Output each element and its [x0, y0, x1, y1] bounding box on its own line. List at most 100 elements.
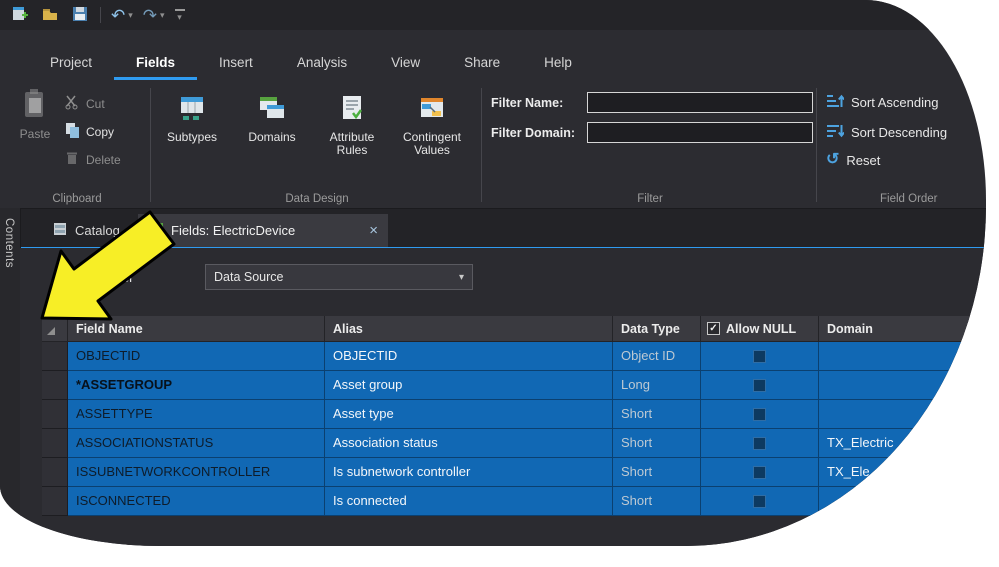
sort-ascending-button[interactable]: Sort Ascending	[826, 92, 938, 113]
contents-rail: Contents	[0, 208, 21, 546]
cell-allow-null[interactable]	[701, 458, 819, 487]
subtypes-button[interactable]: Subtypes	[152, 90, 232, 208]
attribute-rules-button[interactable]: Attribute Rules	[312, 90, 392, 208]
redo-button[interactable]: ↷ ▾	[143, 7, 165, 24]
allow-null-header-checkbox[interactable]: ✓	[707, 322, 720, 335]
toolbar-separator	[100, 7, 101, 23]
subtypes-label: Subtypes	[154, 131, 230, 144]
data-source-dropdown[interactable]: Data Source ▾	[205, 264, 473, 290]
row-selector[interactable]	[42, 371, 68, 400]
paste-label: Paste	[12, 127, 58, 141]
cell-field-name[interactable]: ISCONNECTED	[68, 487, 325, 516]
cell-domain[interactable]	[819, 342, 986, 371]
tab-fields-electricdevice[interactable]: Fields: ElectricDevice ×	[138, 214, 388, 247]
redo-dropdown-caret-icon[interactable]: ▾	[160, 11, 165, 20]
cell-data-type[interactable]: Long	[613, 371, 701, 400]
row-selector[interactable]	[42, 400, 68, 429]
cell-alias[interactable]: Asset group	[325, 371, 613, 400]
cell-data-type[interactable]: Object ID	[613, 342, 701, 371]
cell-field-name[interactable]: ISSUBNETWORKCONTROLLER	[68, 458, 325, 487]
header-alias[interactable]: Alias	[325, 316, 613, 342]
sort-descending-label: Sort Descending	[851, 125, 947, 140]
tab-catalog[interactable]: Catalog	[44, 217, 128, 243]
cell-alias[interactable]: Is subnetwork controller	[325, 458, 613, 487]
table-row: OBJECTID OBJECTID Object ID	[42, 342, 986, 371]
ribbon-tab-insert[interactable]: Insert	[197, 55, 275, 80]
cell-alias[interactable]: OBJECTID	[325, 342, 613, 371]
allow-null-header-label: Allow NULL	[726, 316, 796, 342]
filter-name-input[interactable]	[587, 92, 813, 113]
row-selector[interactable]	[42, 458, 68, 487]
cell-alias[interactable]: Is connected	[325, 487, 613, 516]
field-order-group-label: Field Order	[818, 193, 986, 205]
ribbon-tab-project[interactable]: Project	[28, 55, 114, 80]
undo-button[interactable]: ↶ ▾	[111, 7, 133, 24]
customize-quick-access-button[interactable]: ▾	[175, 9, 185, 22]
new-project-button[interactable]	[10, 5, 30, 25]
cell-data-type[interactable]: Short	[613, 400, 701, 429]
close-tab-icon[interactable]: ×	[369, 223, 378, 238]
header-allow-null[interactable]: ✓ Allow NULL	[701, 316, 819, 342]
cell-field-name[interactable]: *ASSETGROUP	[68, 371, 325, 400]
domains-button[interactable]: Domains	[232, 90, 312, 208]
open-project-button[interactable]	[40, 5, 60, 25]
cell-allow-null[interactable]	[701, 342, 819, 371]
cell-field-name[interactable]: ASSETTYPE	[68, 400, 325, 429]
cell-field-name[interactable]: ASSOCIATIONSTATUS	[68, 429, 325, 458]
cell-domain[interactable]	[819, 400, 986, 429]
domains-icon	[258, 94, 286, 125]
row-selector[interactable]	[42, 342, 68, 371]
ribbon-tab-help[interactable]: Help	[522, 55, 594, 80]
header-domain[interactable]: Domain	[819, 316, 986, 342]
cell-domain[interactable]	[819, 371, 986, 400]
allow-null-checkbox[interactable]	[753, 466, 766, 479]
ribbon-tab-share[interactable]: Share	[442, 55, 522, 80]
cut-button[interactable]: Cut	[64, 94, 105, 113]
cell-domain[interactable]	[819, 487, 986, 516]
header-data-type[interactable]: Data Type	[613, 316, 701, 342]
table-row: *ASSETGROUP Asset group Long	[42, 371, 986, 400]
reset-button[interactable]: ↺ Reset	[826, 152, 880, 168]
select-all-corner[interactable]	[42, 316, 68, 342]
attribute-rules-icon	[338, 94, 366, 125]
allow-null-checkbox[interactable]	[753, 495, 766, 508]
cell-field-name[interactable]: OBJECTID	[68, 342, 325, 371]
ribbon-group-filter: Filter Name: Filter Domain: Filter	[483, 82, 817, 208]
cell-domain[interactable]: TX_Ele	[819, 458, 986, 487]
table-row: ASSETTYPE Asset type Short	[42, 400, 986, 429]
quick-access-toolbar: ↶ ▾ ↷ ▾ ▾	[0, 0, 986, 30]
cell-data-type[interactable]: Short	[613, 429, 701, 458]
cell-alias[interactable]: Association status	[325, 429, 613, 458]
cell-allow-null[interactable]	[701, 371, 819, 400]
allow-null-checkbox[interactable]	[753, 437, 766, 450]
row-selector[interactable]	[42, 487, 68, 516]
allow-null-checkbox[interactable]	[753, 379, 766, 392]
screenshot-canvas: ↶ ▾ ↷ ▾ ▾ Project Fields Insert Analysis…	[0, 0, 999, 567]
table-row: ISSUBNETWORKCONTROLLER Is subnetwork con…	[42, 458, 986, 487]
allow-null-checkbox[interactable]	[753, 408, 766, 421]
paste-button[interactable]: Paste	[12, 88, 58, 141]
copy-button[interactable]: Copy	[64, 122, 114, 141]
delete-label: Delete	[86, 153, 121, 167]
undo-dropdown-caret-icon[interactable]: ▾	[128, 11, 133, 20]
delete-button[interactable]: Delete	[64, 150, 121, 169]
fields-view-icon	[148, 221, 164, 240]
sort-descending-button[interactable]: Sort Descending	[826, 122, 947, 143]
cell-data-type[interactable]: Short	[613, 458, 701, 487]
ribbon-tab-analysis[interactable]: Analysis	[275, 55, 369, 80]
cell-allow-null[interactable]	[701, 400, 819, 429]
allow-null-checkbox[interactable]	[753, 350, 766, 363]
cell-data-type[interactable]: Short	[613, 487, 701, 516]
cell-allow-null[interactable]	[701, 487, 819, 516]
save-project-button[interactable]	[70, 5, 90, 25]
filter-domain-input[interactable]	[587, 122, 813, 143]
ribbon-tab-view[interactable]: View	[369, 55, 442, 80]
contingent-values-button[interactable]: Contingent Values	[392, 90, 472, 208]
header-field-name[interactable]: Field Name	[68, 316, 325, 342]
cell-alias[interactable]: Asset type	[325, 400, 613, 429]
cell-allow-null[interactable]	[701, 429, 819, 458]
cell-domain[interactable]: TX_Electric	[819, 429, 986, 458]
ribbon-tab-fields[interactable]: Fields	[114, 55, 197, 80]
contents-tab[interactable]: Contents	[3, 218, 15, 268]
row-selector[interactable]	[42, 429, 68, 458]
